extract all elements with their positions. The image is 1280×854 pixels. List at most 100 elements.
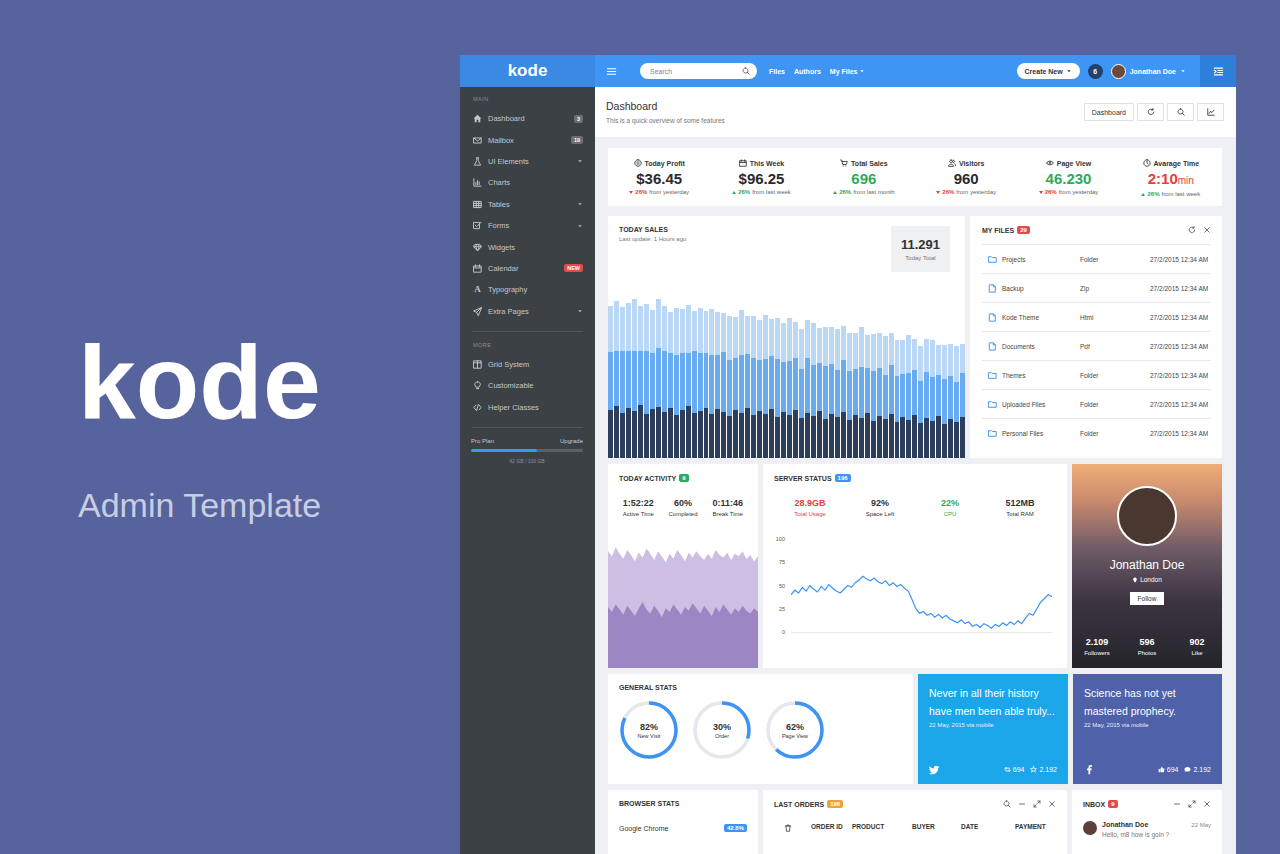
file-row[interactable]: Personal FilesFolder27/2/2015 12:34 AM [982,418,1211,447]
sales-bar [704,298,709,458]
table-column[interactable]: PAYMENT [1015,823,1067,830]
sales-bar-segment [745,354,750,408]
page-actions: Dashboard [1084,103,1224,121]
sidebar-item[interactable]: Dashboard3 [460,108,595,129]
sidebar-item[interactable]: CalendarNEW [460,258,595,279]
sales-bar-segment [841,412,846,458]
notification-badge[interactable]: 6 [1088,64,1103,79]
donut-fill [622,703,676,757]
close-button[interactable] [1048,800,1056,808]
search-input[interactable] [650,68,742,75]
search-button[interactable] [1167,103,1194,121]
file-row[interactable]: Kode ThemeHtml27/2/2015 12:34 AM [982,302,1211,331]
create-new-button[interactable]: Create New [1017,63,1080,79]
stat-value: 696 [851,170,876,188]
sales-bar [638,298,643,458]
sales-bar-segment [704,408,709,458]
sales-bar-segment [811,323,816,365]
post-count[interactable]: 2.192 [1030,766,1057,773]
sales-bar [883,298,888,458]
sales-bar-segment [859,418,864,458]
my-files-card: MY FILES29ProjectsFolder27/2/2015 12:34 … [970,216,1222,458]
user-menu[interactable]: Jonathan Doe [1111,64,1186,79]
expand-button[interactable] [1033,800,1041,808]
file-row[interactable]: Uploaded FilesFolder27/2/2015 12:34 AM [982,389,1211,418]
sales-bar-segment [727,360,732,416]
file-row[interactable]: ProjectsFolder27/2/2015 12:34 AM [982,244,1211,273]
count-badge: 9 [679,474,688,482]
follow-button[interactable]: Follow [1130,592,1165,605]
refresh-button[interactable] [1188,226,1196,234]
table-column[interactable]: BUYER [912,823,961,830]
sidebar-item[interactable]: Charts [460,172,595,193]
file-icon [988,313,997,322]
server-stat: 512MBTotal RAM [985,498,1055,517]
minimize-button[interactable] [1018,800,1026,808]
activity-area [608,547,758,668]
sales-bar [733,298,738,458]
sales-bar-segment [924,339,929,372]
logo[interactable]: kode [460,55,595,87]
minimize-button[interactable] [1173,800,1181,808]
trend-arrow-icon [732,191,736,194]
sidebar-item[interactable]: Tables [460,194,595,215]
sales-bar-segment [793,322,798,358]
sales-bar [745,298,750,458]
top-link[interactable]: Files [769,68,785,75]
sidebar-item[interactable]: UI Elements [460,151,595,172]
file-row[interactable]: ThemesFolder27/2/2015 12:34 AM [982,360,1211,389]
sales-bar-segment [692,351,697,413]
post-count[interactable]: 2.192 [1184,766,1211,773]
sales-bar-segment [924,372,929,418]
sidebar-item[interactable]: Helper Classes [460,397,595,418]
inbox-card: INBOX9Jonathan Doe22 MayHello, m8 how is… [1072,790,1222,854]
sidebar-section-title: MORE [460,342,595,348]
post-count[interactable]: 694 [1004,766,1025,773]
top-link[interactable]: My Files [830,68,866,75]
search-field[interactable] [640,63,757,79]
sales-bar [709,298,714,458]
sales-bar-segment [704,353,709,408]
post-count[interactable]: 694 [1158,766,1179,773]
inbox-message[interactable]: Jonathan Doe22 MayHello, m8 how is goin … [1072,821,1222,838]
refresh-button[interactable] [1137,103,1164,121]
sidebar-item[interactable]: ATypography [460,279,595,300]
card-title: BROWSER STATS [619,800,679,807]
count-badge: 9 [1108,800,1117,808]
upgrade-link[interactable]: Upgrade [560,438,583,444]
post-text: Never in all their history have men been… [929,685,1057,720]
sales-bar-segment [877,416,882,458]
sales-bar-segment [775,318,780,359]
sidebar-item[interactable]: Forms [460,215,595,236]
profile-name: Jonathan Doe [1110,558,1185,572]
sidebar-item[interactable]: Grid System [460,354,595,375]
mail-icon [473,136,482,145]
sales-bar-segment [662,306,667,351]
table-column[interactable]: PRODUCT [852,823,912,830]
dashboard-button[interactable]: Dashboard [1084,103,1134,121]
plan-usage-text: 42 GB / 100 GB [471,458,583,464]
menu-toggle[interactable] [606,66,617,77]
search-button[interactable] [1003,800,1011,808]
expand-button[interactable] [1188,800,1196,808]
sidebar-item[interactable]: Widgets [460,236,595,257]
sidebar-item[interactable]: Extra Pages [460,301,595,322]
y-axis: 1007550250 [773,535,785,636]
sales-bar-segment [906,373,911,420]
table-column[interactable]: DATE [961,823,1015,830]
caret-icon [577,158,583,164]
sales-bar-segment [817,328,822,363]
sales-bar-segment [638,306,643,351]
file-row[interactable]: BackupZip27/2/2015 12:34 AM [982,273,1211,302]
top-link[interactable]: Authors [794,68,821,75]
sales-bar-segment [709,355,714,414]
profile-location: London [1132,576,1162,583]
sidebar-item[interactable]: Customizable [460,375,595,396]
table-column[interactable]: ORDER ID [811,823,852,830]
close-button[interactable] [1203,800,1211,808]
right-panel-toggle[interactable] [1200,55,1236,87]
chart-button[interactable] [1197,103,1224,121]
file-row[interactable]: DocumentsPdf27/2/2015 12:34 AM [982,331,1211,360]
close-button[interactable] [1203,226,1211,234]
sidebar-item[interactable]: Mailbox19 [460,129,595,150]
